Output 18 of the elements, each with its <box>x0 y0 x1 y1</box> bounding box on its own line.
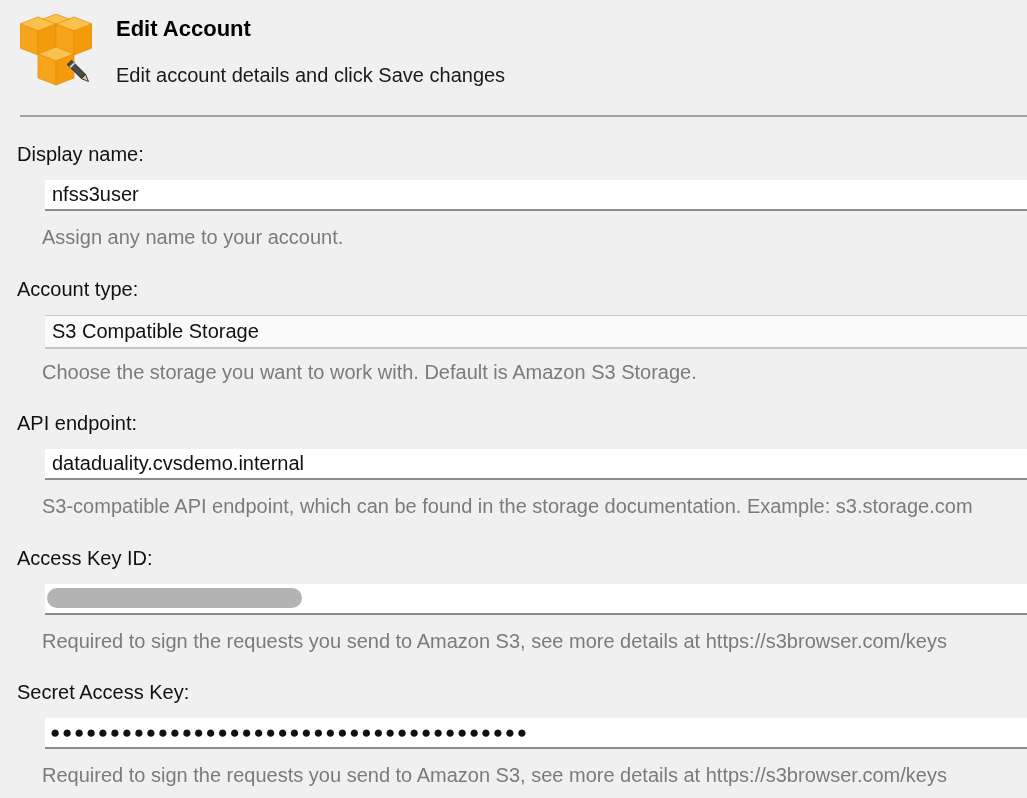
field-hint: Assign any name to your account. <box>42 226 344 248</box>
text-field[interactable] <box>45 583 1027 615</box>
dropdown-field[interactable]: S3 Compatible Storage <box>45 314 1027 349</box>
field-hint: Required to sign the requests you send to Amazon S3, see more details at https://s3browser.com/keys <box>42 629 947 652</box>
field-label: API endpoint: <box>17 412 138 434</box>
field-hint: S3-compatible API endpoint, which can be found in the storage documentation. Example: s3.storage.com <box>42 495 973 517</box>
dialog-subtitle: Edit account details and click Save changes <box>116 63 506 87</box>
field-label: Display name: <box>17 143 144 165</box>
boxes-pencil-icon <box>20 14 92 86</box>
field-label: Account type: <box>17 277 139 300</box>
text-field[interactable]: nfss3user <box>45 180 1027 211</box>
dialog-title: Edit Account <box>116 16 252 42</box>
field-hint: Required to sign the requests you send to Amazon S3, see more details at https://s3browser.com/keys <box>42 764 947 786</box>
field-hint: Choose the storage you want to work with. Default is Amazon S3 Storage. <box>42 360 697 383</box>
password-field[interactable]: ●●●●●●●●●●●●●●●●●●●●●●●●●●●●●●●●●●●●●●●● <box>45 718 1027 749</box>
field-label: Secret Access Key: <box>17 681 190 703</box>
text-field[interactable]: dataduality.cvsdemo.internal <box>45 449 1027 480</box>
field-label: Access Key ID: <box>17 546 153 569</box>
